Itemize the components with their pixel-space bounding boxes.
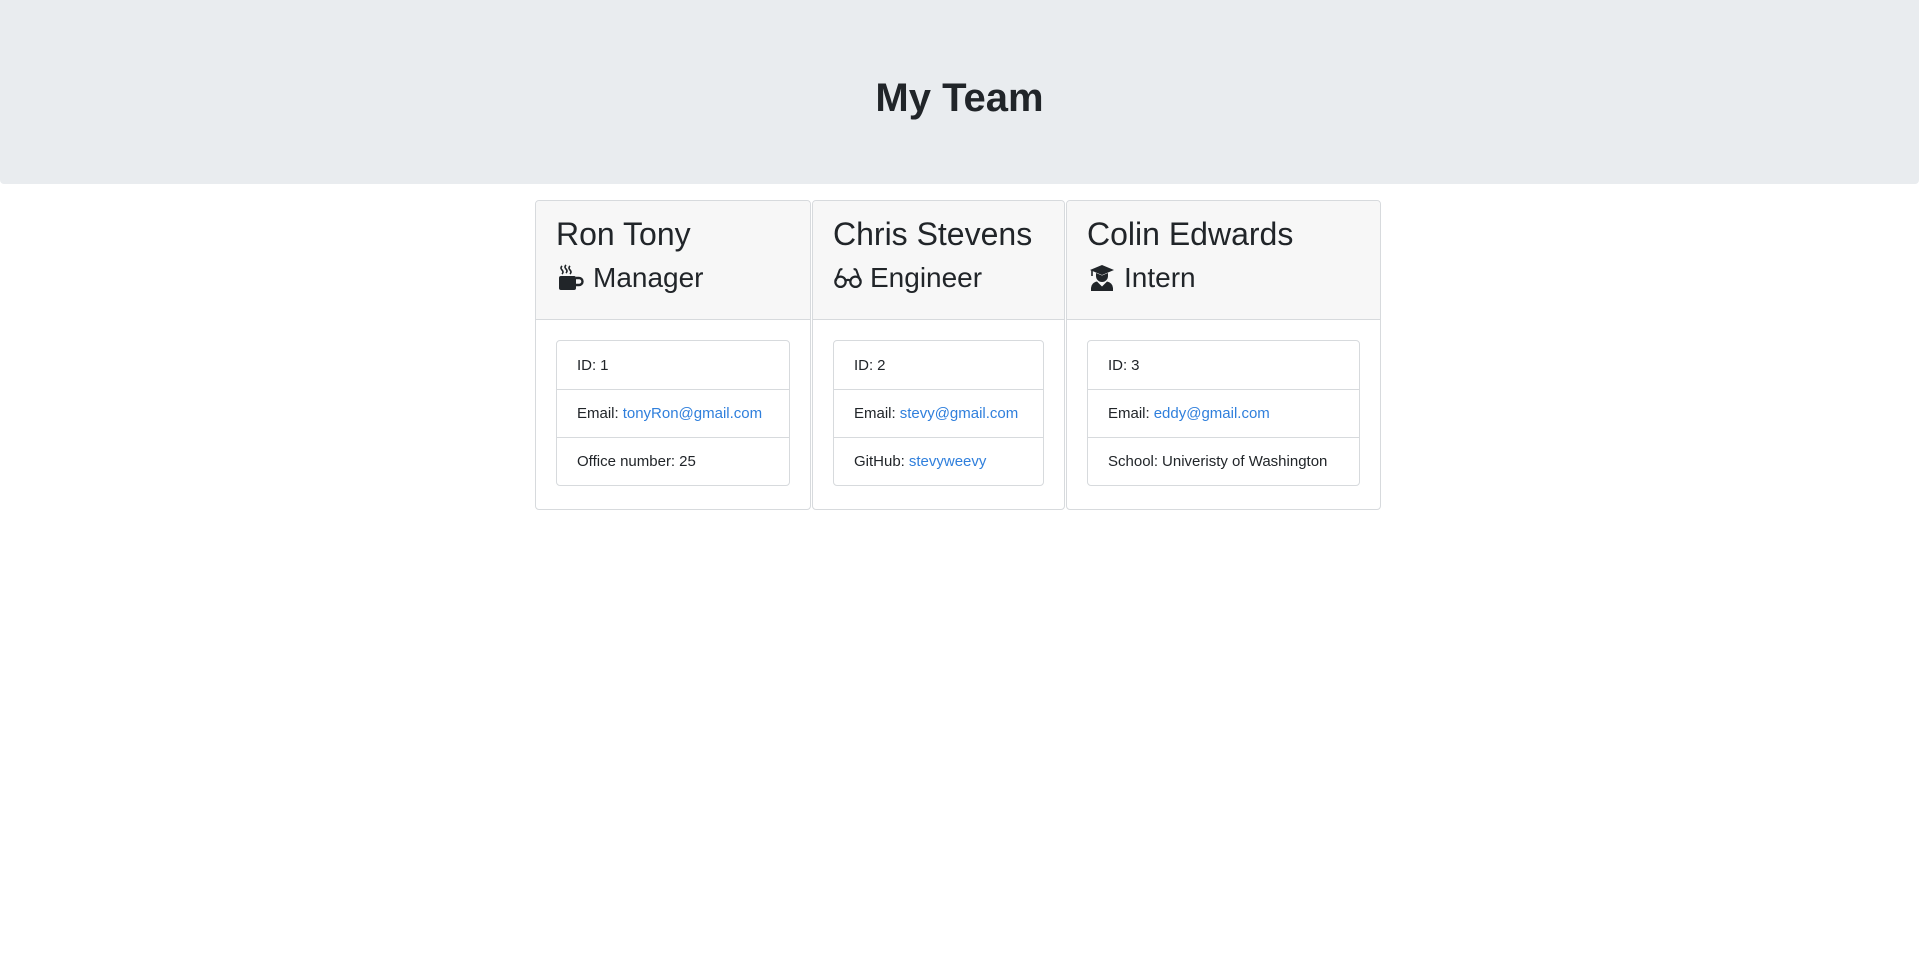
details-list: ID: 1 Email: tonyRon@gmail.com Office nu… (556, 340, 790, 486)
details-list: ID: 2 Email: stevy@gmail.com GitHub: ste… (833, 340, 1044, 486)
card-body: ID: 2 Email: stevy@gmail.com GitHub: ste… (813, 320, 1064, 506)
graduate-icon (1087, 263, 1117, 293)
card-header: Colin Edwards Intern (1067, 201, 1380, 320)
github-link[interactable]: stevyweevy (909, 453, 987, 470)
glasses-icon (833, 263, 863, 293)
detail-value: 25 (679, 453, 696, 470)
employee-card-manager: Ron Tony Manager ID: 1 Email: tonyRon@gm… (535, 200, 811, 510)
detail-label: ID: (854, 356, 874, 374)
card-header: Chris Stevens Engineer (813, 201, 1064, 320)
detail-label: Email: (577, 405, 619, 422)
team-cards: Ron Tony Manager ID: 1 Email: tonyRon@gm… (535, 200, 1381, 510)
detail-label: GitHub: (854, 453, 905, 470)
card-header: Ron Tony Manager (536, 201, 810, 320)
detail-label: ID: (1108, 356, 1128, 374)
detail-value: Univeristy of Washington (1162, 453, 1328, 470)
list-item-school: School: Univeristy of Washington (1088, 437, 1359, 485)
list-item-email: Email: tonyRon@gmail.com (557, 389, 789, 437)
role-label: Engineer (870, 262, 983, 293)
employee-name: Ron Tony (556, 216, 691, 252)
list-item-email: Email: eddy@gmail.com (1088, 389, 1359, 437)
detail-value: 1 (600, 356, 609, 374)
role-label: Manager (593, 262, 704, 293)
list-item-id: ID: 2 (834, 341, 1043, 389)
detail-value: 3 (1131, 356, 1140, 374)
email-link[interactable]: tonyRon@gmail.com (623, 405, 762, 422)
detail-label: ID: (577, 356, 597, 374)
detail-label: Email: (1108, 405, 1150, 422)
list-item-github: GitHub: stevyweevy (834, 437, 1043, 485)
detail-label: Office number: (577, 453, 676, 470)
list-item-id: ID: 3 (1088, 341, 1359, 389)
employee-card-intern: Colin Edwards Intern ID: 3 Email: eddy@g… (1066, 200, 1381, 510)
employee-role: Intern (1087, 260, 1360, 296)
employee-card-engineer: Chris Stevens Engineer ID: 2 Email: stev… (812, 200, 1065, 510)
coffee-mug-icon (556, 263, 586, 293)
employee-role: Manager (556, 260, 790, 296)
page-header: My Team (0, 0, 1919, 184)
detail-value: 2 (877, 356, 886, 374)
detail-label: School: (1108, 453, 1159, 470)
detail-label: Email: (854, 405, 896, 422)
employee-name: Colin Edwards (1087, 216, 1294, 252)
email-link[interactable]: stevy@gmail.com (900, 405, 1019, 422)
list-item-id: ID: 1 (557, 341, 789, 389)
employee-name: Chris Stevens (833, 216, 1033, 252)
list-item-office: Office number: 25 (557, 437, 789, 485)
page-title: My Team (875, 75, 1044, 120)
list-item-email: Email: stevy@gmail.com (834, 389, 1043, 437)
details-list: ID: 3 Email: eddy@gmail.com School: Univ… (1087, 340, 1360, 486)
card-body: ID: 3 Email: eddy@gmail.com School: Univ… (1067, 320, 1380, 506)
employee-role: Engineer (833, 260, 1044, 296)
card-body: ID: 1 Email: tonyRon@gmail.com Office nu… (536, 320, 810, 506)
role-label: Intern (1124, 262, 1196, 293)
email-link[interactable]: eddy@gmail.com (1154, 405, 1270, 422)
